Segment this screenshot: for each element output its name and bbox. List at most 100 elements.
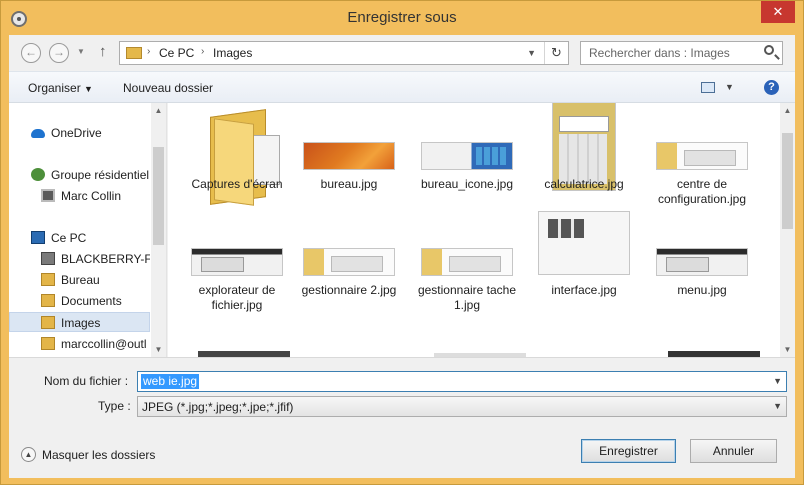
dialog-title: Enregistrer sous: [347, 9, 457, 26]
filename-label: Nom du fichier :: [44, 374, 129, 388]
view-dropdown-icon[interactable]: ▼: [725, 82, 734, 92]
nav-item-images[interactable]: Images: [9, 312, 150, 332]
file-item[interactable]: interface.jpg: [529, 211, 639, 313]
cancel-button[interactable]: Annuler: [690, 439, 777, 463]
search-icon[interactable]: [764, 45, 774, 55]
address-dropdown-icon[interactable]: ▼: [527, 48, 536, 58]
scroll-down-icon[interactable]: ▼: [780, 345, 795, 354]
file-item[interactable]: centre de configuration.jpg: [647, 107, 757, 207]
help-icon[interactable]: ?: [764, 80, 779, 95]
nav-scrollbar[interactable]: ▲ ▼: [151, 103, 166, 357]
file-item[interactable]: explorateur de fichier.jpg: [182, 213, 292, 313]
nav-item-homegroup[interactable]: Groupe résidentiel: [9, 165, 150, 185]
nav-item-label: Documents: [61, 294, 122, 308]
up-arrow-icon[interactable]: ↑: [99, 43, 113, 63]
chevron-down-icon[interactable]: ▼: [773, 376, 782, 386]
navigation-bar: ← → ▼ ↑ › Ce PC › Images ▼ ↻ Rechercher …: [9, 35, 795, 71]
image-thumbnail: [421, 142, 513, 170]
file-name: gestionnaire tache 1.jpg: [417, 283, 517, 312]
device-icon: [41, 252, 55, 265]
computer-icon: [31, 231, 45, 244]
nav-item-user[interactable]: Marc Collin: [9, 186, 150, 206]
nav-item-bureau[interactable]: Bureau: [9, 270, 150, 290]
breadcrumb-images[interactable]: Images: [213, 46, 252, 60]
filename-input[interactable]: web ie.jpg ▼: [137, 371, 787, 392]
scroll-up-icon[interactable]: ▲: [780, 106, 795, 115]
hide-folders-label: Masquer les dossiers: [42, 448, 156, 462]
save-form: Nom du fichier : web ie.jpg ▼ Type : JPE…: [9, 357, 795, 478]
file-item[interactable]: gestionnaire tache 1.jpg: [412, 213, 522, 313]
back-button[interactable]: ←: [21, 43, 41, 63]
file-name: interface.jpg: [551, 283, 617, 297]
view-options-icon[interactable]: [701, 82, 715, 93]
file-item[interactable]: menu.jpg: [647, 213, 757, 313]
command-bar: Organiser ▼ Nouveau dossier ▼ ?: [9, 71, 795, 103]
file-name: calculatrice.jpg: [544, 177, 624, 191]
file-item[interactable]: Captures d'écran: [182, 107, 292, 207]
file-name: gestionnaire 2.jpg: [301, 283, 397, 297]
nav-item-label: Bureau: [61, 273, 100, 287]
scrollbar-thumb[interactable]: [153, 147, 164, 245]
image-thumbnail: [538, 211, 630, 275]
file-type-select[interactable]: JPEG (*.jpg;*.jpeg;*.jpe;*.jfif) ▼: [137, 396, 787, 417]
nav-item-onedrive[interactable]: OneDrive: [9, 123, 150, 143]
file-type-value: JPEG (*.jpg;*.jpeg;*.jpe;*.jfif): [142, 400, 294, 414]
nav-item-label: Ce PC: [51, 231, 87, 245]
chevron-down-icon: ▼: [84, 84, 93, 94]
search-box[interactable]: Rechercher dans : Images: [580, 41, 783, 65]
save-as-dialog: Enregistrer sous ✕ ← → ▼ ↑ › Ce PC › Ima…: [0, 0, 804, 485]
image-thumbnail: [656, 248, 748, 276]
breadcrumb-separator[interactable]: ›: [201, 46, 204, 57]
file-item[interactable]: gestionnaire 2.jpg: [294, 213, 404, 313]
file-item[interactable]: calculatrice.jpg: [529, 103, 639, 207]
nav-item-blackberry[interactable]: BLACKBERRY-F6: [9, 249, 150, 269]
nav-item-documents[interactable]: Documents: [9, 291, 150, 311]
breadcrumb-separator[interactable]: ›: [147, 46, 150, 57]
breadcrumb-ce-pc[interactable]: Ce PC: [159, 46, 194, 60]
nav-item-label: Marc Collin: [61, 189, 122, 203]
folder-icon: [41, 337, 55, 350]
title-bar: Enregistrer sous ✕: [1, 1, 803, 35]
nav-item-label: Groupe résidentiel: [51, 168, 150, 182]
image-thumbnail: [656, 142, 748, 170]
nav-item-this-pc[interactable]: Ce PC: [9, 228, 150, 248]
address-bar[interactable]: › Ce PC › Images ▼ ↻: [119, 41, 569, 65]
file-name: bureau.jpg: [320, 177, 378, 191]
recent-locations-dropdown[interactable]: ▼: [77, 47, 85, 56]
file-list: Captures d'écran bureau.jpg bureau_icone…: [168, 103, 795, 357]
scroll-up-icon[interactable]: ▲: [151, 106, 166, 115]
file-name: menu.jpg: [677, 283, 727, 297]
refresh-icon[interactable]: ↻: [544, 42, 568, 64]
file-item[interactable]: bureau.jpg: [294, 107, 404, 207]
nav-item-label: OneDrive: [51, 126, 102, 140]
dialog-content: ← → ▼ ↑ › Ce PC › Images ▼ ↻ Rechercher …: [9, 35, 795, 478]
nav-item-label: BLACKBERRY-F6: [61, 252, 150, 266]
image-thumbnail: [303, 248, 395, 276]
files-scrollbar[interactable]: ▲ ▼: [780, 103, 795, 357]
nav-item-label: Images: [61, 316, 101, 330]
cloud-icon: [31, 129, 45, 138]
search-input[interactable]: Rechercher dans : Images: [589, 46, 730, 60]
image-thumbnail: [303, 142, 395, 170]
folder-icon: [41, 316, 55, 329]
scrollbar-thumb[interactable]: [782, 133, 793, 229]
chevron-down-icon[interactable]: ▼: [773, 401, 782, 411]
folder-icon: [41, 294, 55, 307]
new-folder-button[interactable]: Nouveau dossier: [123, 81, 213, 95]
file-name: centre de configuration.jpg: [657, 177, 747, 206]
filename-value[interactable]: web ie.jpg: [141, 374, 200, 389]
image-thumbnail: [191, 248, 283, 276]
file-name: bureau_icone.jpg: [420, 177, 514, 191]
nav-item-marccollin[interactable]: marccollin@outl: [9, 334, 150, 354]
scroll-down-icon[interactable]: ▼: [151, 345, 166, 354]
homegroup-icon: [31, 168, 45, 181]
type-label: Type :: [98, 399, 131, 413]
forward-button[interactable]: →: [49, 43, 69, 63]
chevron-up-icon: ▲: [21, 447, 36, 462]
file-item[interactable]: bureau_icone.jpg: [412, 107, 522, 207]
user-icon: [41, 189, 55, 202]
organize-label: Organiser: [28, 81, 81, 95]
close-button[interactable]: ✕: [761, 1, 795, 23]
save-button[interactable]: Enregistrer: [581, 439, 676, 463]
organize-button[interactable]: Organiser ▼: [28, 81, 93, 95]
